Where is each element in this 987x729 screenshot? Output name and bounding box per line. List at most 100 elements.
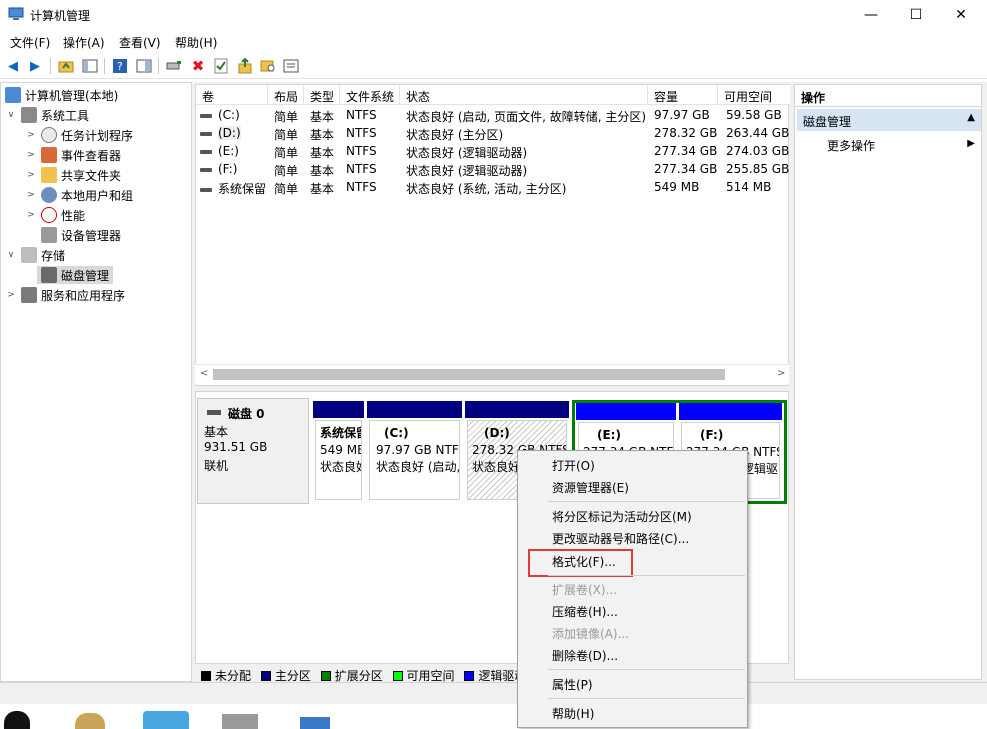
import-icon[interactable]	[236, 57, 254, 75]
column-header-type[interactable]: 类型	[304, 85, 340, 105]
services-icon	[21, 287, 37, 303]
horizontal-scrollbar[interactable]: < >	[195, 364, 789, 384]
menu-view[interactable]: 查看(V)	[119, 34, 161, 51]
actions-pane: 操作 磁盘管理 ▲ 更多操作 ▶	[794, 84, 982, 680]
computer-taskbar-icon[interactable]	[222, 714, 258, 729]
menu-item-format[interactable]: 格式化(F)...	[552, 553, 616, 573]
cell-type: 基本	[310, 110, 335, 124]
action-more[interactable]: 更多操作 ▶	[797, 135, 981, 155]
menu-item-explorer[interactable]: 资源管理器(E)	[552, 479, 629, 499]
logical-drive-bar	[679, 403, 782, 420]
tree-item-root[interactable]: 计算机管理(本地)	[5, 85, 118, 105]
cell-filesystem: NTFS	[346, 126, 377, 140]
expand-icon[interactable]: >	[25, 170, 37, 180]
clock-icon	[41, 127, 57, 143]
collapse-up-icon[interactable]: ▲	[967, 112, 975, 123]
column-header-free-space[interactable]: 可用空间	[718, 85, 790, 105]
collapse-icon[interactable]: ∨	[5, 250, 17, 260]
actions-section-disk-management[interactable]: 磁盘管理 ▲	[797, 109, 981, 131]
partition-c[interactable]: (C:) 97.97 GB NTFS 状态良好 (启动,	[367, 401, 462, 502]
tools-icon	[21, 107, 37, 123]
legend-swatch	[201, 671, 211, 681]
connect-icon[interactable]	[165, 57, 183, 75]
column-header-status[interactable]: 状态	[400, 85, 648, 105]
menu-item-help[interactable]: 帮助(H)	[552, 705, 594, 725]
expand-icon[interactable]: >	[25, 210, 37, 220]
tree-item-performance[interactable]: > 性能	[25, 205, 85, 225]
tree-item-event-viewer[interactable]: > 事件查看器	[25, 145, 121, 165]
partition-title: (D:)	[484, 426, 510, 440]
tree-item-services[interactable]: > 服务和应用程序	[5, 285, 125, 305]
minimize-button[interactable]: —	[848, 0, 894, 30]
menu-item-delete[interactable]: 删除卷(D)...	[552, 647, 618, 667]
selected-highlight: 磁盘管理	[37, 266, 114, 284]
drive-icon	[200, 187, 212, 192]
table-row[interactable]: (D:)	[200, 126, 266, 144]
tree-label: 设备管理器	[61, 228, 122, 243]
cell-filesystem: NTFS	[346, 180, 377, 194]
menu-item-properties[interactable]: 属性(P)	[552, 676, 593, 696]
scroll-right-icon[interactable]: >	[777, 368, 785, 379]
properties-icon[interactable]	[282, 57, 300, 75]
tree-item-local-users[interactable]: > 本地用户和组	[25, 185, 133, 205]
column-header-volume[interactable]: 卷	[196, 85, 268, 105]
tree-item-system-tools[interactable]: ∨ 系统工具	[5, 105, 89, 125]
expand-icon[interactable]: >	[5, 290, 17, 300]
scroll-left-icon[interactable]: <	[200, 368, 208, 379]
table-row[interactable]: (E:)	[200, 144, 266, 162]
partition-system-reserved[interactable]: 系统保留 549 MB 状态良好	[313, 401, 364, 502]
action-label: 更多操作	[827, 139, 876, 153]
delete-icon[interactable]: ✖	[189, 57, 207, 75]
tree-label: 共享文件夹	[61, 168, 122, 183]
window-title: 计算机管理	[30, 9, 91, 23]
app-icon-5[interactable]	[300, 717, 330, 729]
collapse-icon[interactable]: ∨	[5, 110, 17, 120]
expand-icon[interactable]: >	[25, 130, 37, 140]
expand-icon[interactable]: >	[25, 150, 37, 160]
menu-item-extend-disabled: 扩展卷(X)...	[552, 583, 618, 597]
table-row[interactable]: 系统保留	[200, 180, 270, 198]
partition-size: 549 MB	[320, 443, 362, 457]
primary-partition-bar	[367, 401, 462, 418]
toolbar: ◀ ▶ ? ✖	[0, 53, 987, 79]
column-header-layout[interactable]: 布局	[268, 85, 304, 105]
menu-action[interactable]: 操作(A)	[63, 34, 105, 51]
menu-help[interactable]: 帮助(H)	[175, 34, 217, 51]
help-icon[interactable]: ?	[111, 57, 129, 75]
qq-icon[interactable]	[4, 711, 30, 729]
forward-icon[interactable]: ▶	[26, 57, 44, 75]
performance-icon	[41, 207, 57, 223]
menu-item-change-drive-letter[interactable]: 更改驱动器号和路径(C)...	[552, 530, 689, 550]
menu-item-mark-active[interactable]: 将分区标记为活动分区(M)	[552, 508, 692, 528]
table-row[interactable]: (C:)	[200, 108, 266, 126]
back-icon[interactable]: ◀	[4, 57, 22, 75]
logical-drive-bar	[576, 403, 676, 420]
column-header-filesystem[interactable]: 文件系统	[340, 85, 400, 105]
app-icon-2[interactable]	[75, 713, 105, 729]
tree-item-device-manager[interactable]: 设备管理器	[25, 225, 121, 245]
maximize-button[interactable]: ☐	[893, 0, 939, 30]
check-icon[interactable]	[212, 57, 230, 75]
menu-item-open[interactable]: 打开(O)	[552, 457, 595, 477]
search-folder-icon[interactable]	[259, 57, 277, 75]
table-row[interactable]: (F:)	[200, 162, 266, 180]
tree-label: 本地用户和组	[61, 188, 134, 203]
tree-item-disk-management[interactable]: 磁盘管理	[25, 265, 114, 285]
cell-type: 基本	[310, 128, 335, 142]
partition-body: 系统保留 549 MB 状态良好	[315, 420, 362, 500]
tree-item-task-scheduler[interactable]: > 任务计划程序	[25, 125, 133, 145]
close-button[interactable]: ✕	[938, 0, 984, 30]
device-manager-icon	[41, 227, 57, 243]
tree-item-shared-folders[interactable]: > 共享文件夹	[25, 165, 121, 185]
up-folder-icon[interactable]	[57, 57, 75, 75]
menu-item-shrink[interactable]: 压缩卷(H)...	[552, 603, 618, 623]
show-tree-icon[interactable]	[81, 57, 99, 75]
column-header-capacity[interactable]: 容量	[648, 85, 718, 105]
console-icon[interactable]	[135, 57, 153, 75]
expand-icon[interactable]: >	[25, 190, 37, 200]
scrollbar-thumb[interactable]	[213, 369, 725, 380]
disk-info-box[interactable]: 磁盘 0 基本 931.51 GB 联机	[197, 398, 309, 504]
tree-item-storage[interactable]: ∨ 存储	[5, 245, 65, 265]
folder-app-icon[interactable]	[143, 711, 189, 729]
menu-file[interactable]: 文件(F)	[10, 34, 50, 51]
